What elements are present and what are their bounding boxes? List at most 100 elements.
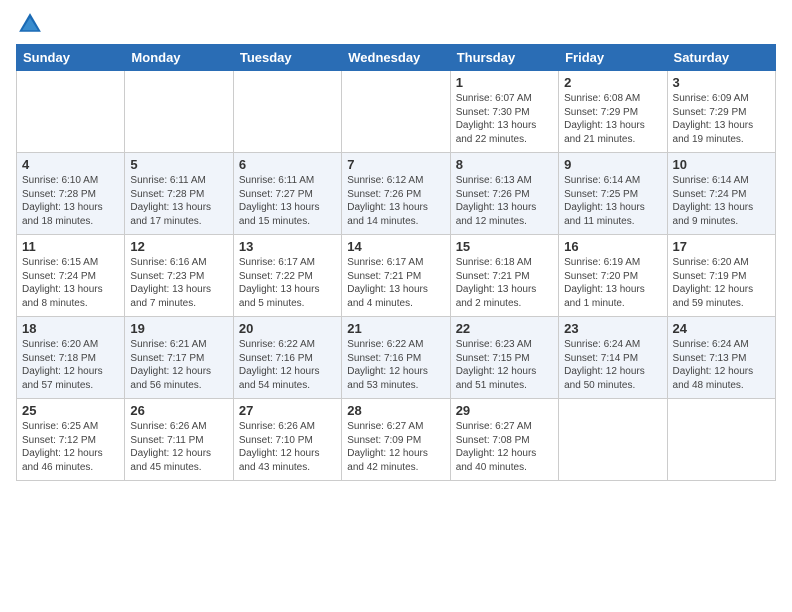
calendar-cell: 20Sunrise: 6:22 AM Sunset: 7:16 PM Dayli… (233, 317, 341, 399)
day-number: 10 (673, 157, 770, 172)
calendar-week-2: 4 Sunrise: 6:10 AM Sunset: 7:28 PM Daylig… (17, 153, 776, 235)
calendar-header-monday: Monday (125, 45, 233, 71)
calendar-cell: 10 Sunrise: 6:14 AM Sunset: 7:24 PM Dayli… (667, 153, 775, 235)
day-info: Sunrise: 6:23 AM Sunset: 7:15 PM Dayligh… (456, 338, 553, 392)
day-info: Sunrise: 6:08 AM Sunset: 7:29 PM Dayligh… (564, 92, 661, 146)
logo (16, 10, 48, 38)
calendar-cell: 24 Sunrise: 6:24 AM Sunset: 7:13 PM Dayli… (667, 317, 775, 399)
day-number: 11 (22, 239, 119, 254)
calendar-cell: 8 Sunrise: 6:13 AM Sunset: 7:26 PM Daylig… (450, 153, 558, 235)
calendar-header-sunday: Sunday (17, 45, 125, 71)
day-info: Sunrise: 6:19 AM Sunset: 7:20 PM Dayligh… (564, 256, 661, 310)
calendar-cell: 6Sunrise: 6:11 AM Sunset: 7:27 PM Daylig… (233, 153, 341, 235)
day-number: 9 (564, 157, 661, 172)
day-info: Sunrise: 6:21 AM Sunset: 7:17 PM Dayligh… (130, 338, 227, 392)
calendar-header-saturday: Saturday (667, 45, 775, 71)
calendar-week-1: 1 Sunrise: 6:07 AM Sunset: 7:30 PM Daylig… (17, 71, 776, 153)
calendar-cell (125, 71, 233, 153)
day-info: Sunrise: 6:17 AM Sunset: 7:22 PM Dayligh… (239, 256, 336, 310)
calendar-cell: 1 Sunrise: 6:07 AM Sunset: 7:30 PM Daylig… (450, 71, 558, 153)
logo-icon (16, 10, 44, 38)
day-info: Sunrise: 6:26 AM Sunset: 7:10 PM Dayligh… (239, 420, 336, 474)
calendar-cell: 21Sunrise: 6:22 AM Sunset: 7:16 PM Dayli… (342, 317, 450, 399)
day-info: Sunrise: 6:16 AM Sunset: 7:23 PM Dayligh… (130, 256, 227, 310)
day-number: 23 (564, 321, 661, 336)
day-number: 17 (673, 239, 770, 254)
calendar-cell: 28 Sunrise: 6:27 AM Sunset: 7:09 PM Dayli… (342, 399, 450, 481)
day-number: 29 (456, 403, 553, 418)
header (16, 10, 776, 38)
calendar-week-4: 18 Sunrise: 6:20 AM Sunset: 7:18 PM Dayli… (17, 317, 776, 399)
day-number: 2 (564, 75, 661, 90)
day-info: Sunrise: 6:24 AM Sunset: 7:13 PM Dayligh… (673, 338, 770, 392)
calendar-cell: 9 Sunrise: 6:14 AM Sunset: 7:25 PM Daylig… (559, 153, 667, 235)
calendar-header-friday: Friday (559, 45, 667, 71)
calendar-cell: 27 Sunrise: 6:26 AM Sunset: 7:10 PM Dayli… (233, 399, 341, 481)
calendar-cell: 23 Sunrise: 6:24 AM Sunset: 7:14 PM Dayli… (559, 317, 667, 399)
day-number: 27 (239, 403, 336, 418)
day-number: 20 (239, 321, 336, 336)
day-info: Sunrise: 6:17 AM Sunset: 7:21 PM Dayligh… (347, 256, 444, 310)
day-number: 16 (564, 239, 661, 254)
calendar-cell (233, 71, 341, 153)
day-info: Sunrise: 6:09 AM Sunset: 7:29 PM Dayligh… (673, 92, 770, 146)
day-number: 24 (673, 321, 770, 336)
calendar-week-5: 25 Sunrise: 6:25 AM Sunset: 7:12 PM Dayli… (17, 399, 776, 481)
day-info: Sunrise: 6:10 AM Sunset: 7:28 PM Dayligh… (22, 174, 119, 228)
calendar-cell (559, 399, 667, 481)
day-info: Sunrise: 6:25 AM Sunset: 7:12 PM Dayligh… (22, 420, 119, 474)
calendar-cell: 22 Sunrise: 6:23 AM Sunset: 7:15 PM Dayli… (450, 317, 558, 399)
day-info: Sunrise: 6:14 AM Sunset: 7:25 PM Dayligh… (564, 174, 661, 228)
day-info: Sunrise: 6:20 AM Sunset: 7:19 PM Dayligh… (673, 256, 770, 310)
day-number: 25 (22, 403, 119, 418)
day-number: 6 (239, 157, 336, 172)
calendar-cell: 13 Sunrise: 6:17 AM Sunset: 7:22 PM Dayli… (233, 235, 341, 317)
day-number: 18 (22, 321, 119, 336)
day-info: Sunrise: 6:27 AM Sunset: 7:08 PM Dayligh… (456, 420, 553, 474)
calendar-cell: 16 Sunrise: 6:19 AM Sunset: 7:20 PM Dayli… (559, 235, 667, 317)
calendar-cell (667, 399, 775, 481)
page: SundayMondayTuesdayWednesdayThursdayFrid… (0, 0, 792, 612)
calendar-cell (17, 71, 125, 153)
calendar-cell: 19 Sunrise: 6:21 AM Sunset: 7:17 PM Dayli… (125, 317, 233, 399)
calendar-cell: 11Sunrise: 6:15 AM Sunset: 7:24 PM Dayli… (17, 235, 125, 317)
calendar-header-row: SundayMondayTuesdayWednesdayThursdayFrid… (17, 45, 776, 71)
day-number: 13 (239, 239, 336, 254)
calendar-cell: 12 Sunrise: 6:16 AM Sunset: 7:23 PM Dayli… (125, 235, 233, 317)
calendar-cell (342, 71, 450, 153)
day-info: Sunrise: 6:24 AM Sunset: 7:14 PM Dayligh… (564, 338, 661, 392)
day-number: 8 (456, 157, 553, 172)
day-number: 14 (347, 239, 444, 254)
day-number: 3 (673, 75, 770, 90)
day-info: Sunrise: 6:27 AM Sunset: 7:09 PM Dayligh… (347, 420, 444, 474)
day-number: 22 (456, 321, 553, 336)
day-number: 7 (347, 157, 444, 172)
day-number: 28 (347, 403, 444, 418)
calendar-week-3: 11Sunrise: 6:15 AM Sunset: 7:24 PM Dayli… (17, 235, 776, 317)
calendar-cell: 3 Sunrise: 6:09 AM Sunset: 7:29 PM Daylig… (667, 71, 775, 153)
calendar-cell: 18 Sunrise: 6:20 AM Sunset: 7:18 PM Dayli… (17, 317, 125, 399)
day-info: Sunrise: 6:18 AM Sunset: 7:21 PM Dayligh… (456, 256, 553, 310)
day-info: Sunrise: 6:13 AM Sunset: 7:26 PM Dayligh… (456, 174, 553, 228)
day-info: Sunrise: 6:11 AM Sunset: 7:28 PM Dayligh… (130, 174, 227, 228)
day-number: 26 (130, 403, 227, 418)
day-info: Sunrise: 6:22 AM Sunset: 7:16 PM Dayligh… (347, 338, 444, 392)
calendar-cell: 25 Sunrise: 6:25 AM Sunset: 7:12 PM Dayli… (17, 399, 125, 481)
calendar-cell: 2 Sunrise: 6:08 AM Sunset: 7:29 PM Daylig… (559, 71, 667, 153)
calendar-cell: 29 Sunrise: 6:27 AM Sunset: 7:08 PM Dayli… (450, 399, 558, 481)
day-number: 12 (130, 239, 227, 254)
calendar-cell: 4 Sunrise: 6:10 AM Sunset: 7:28 PM Daylig… (17, 153, 125, 235)
day-number: 15 (456, 239, 553, 254)
day-number: 19 (130, 321, 227, 336)
calendar-cell: 7Sunrise: 6:12 AM Sunset: 7:26 PM Daylig… (342, 153, 450, 235)
calendar-cell: 14 Sunrise: 6:17 AM Sunset: 7:21 PM Dayli… (342, 235, 450, 317)
day-info: Sunrise: 6:20 AM Sunset: 7:18 PM Dayligh… (22, 338, 119, 392)
day-number: 1 (456, 75, 553, 90)
day-number: 5 (130, 157, 227, 172)
calendar-cell: 15 Sunrise: 6:18 AM Sunset: 7:21 PM Dayli… (450, 235, 558, 317)
day-info: Sunrise: 6:26 AM Sunset: 7:11 PM Dayligh… (130, 420, 227, 474)
day-info: Sunrise: 6:07 AM Sunset: 7:30 PM Dayligh… (456, 92, 553, 146)
calendar-header-tuesday: Tuesday (233, 45, 341, 71)
day-info: Sunrise: 6:14 AM Sunset: 7:24 PM Dayligh… (673, 174, 770, 228)
day-number: 4 (22, 157, 119, 172)
